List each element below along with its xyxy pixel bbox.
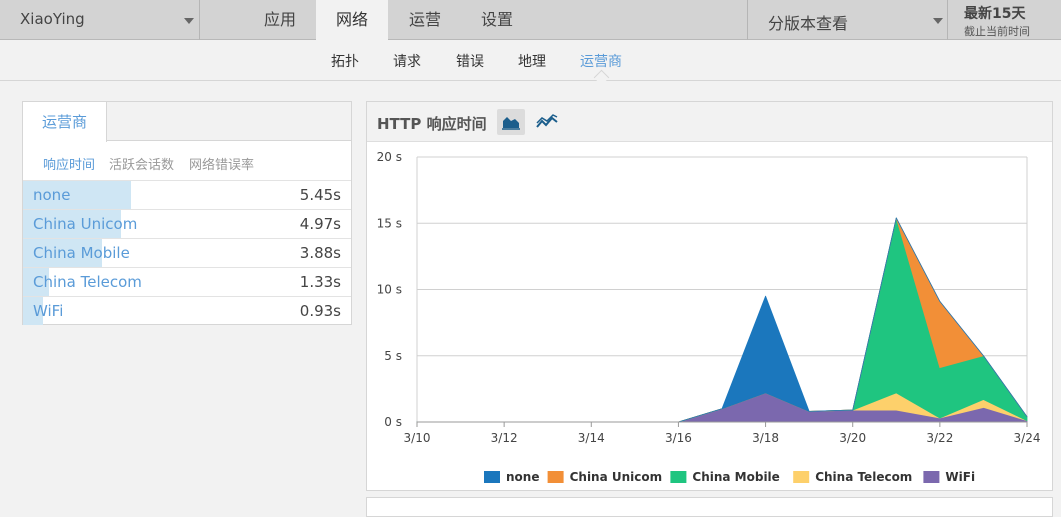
chevron-down-icon bbox=[184, 18, 194, 24]
x-tick-label: 3/12 bbox=[491, 431, 518, 445]
legend-label: China Unicom bbox=[570, 470, 663, 484]
time-range-title: 最新15天 bbox=[964, 6, 1026, 22]
nav-tab-label: 应用 bbox=[263, 10, 296, 29]
legend-swatch bbox=[547, 471, 564, 483]
carrier-name: China Unicom bbox=[33, 215, 138, 233]
x-tick-label: 3/24 bbox=[1014, 431, 1041, 445]
next-panel bbox=[366, 497, 1053, 517]
subtab-topology[interactable]: 拓扑 bbox=[331, 51, 359, 71]
legend-label: WiFi bbox=[945, 470, 975, 484]
legend-label: China Mobile bbox=[692, 470, 779, 484]
carrier-row-none[interactable]: none 5.45s bbox=[23, 180, 351, 209]
carrier-tab[interactable]: 运营商 bbox=[23, 102, 107, 142]
carrier-value: 3.88s bbox=[299, 244, 341, 262]
subtab-geography[interactable]: 地理 bbox=[518, 51, 546, 71]
legend-label: China Telecom bbox=[815, 470, 912, 484]
app-selector[interactable]: XiaoYing bbox=[0, 0, 200, 40]
subtab-errors[interactable]: 错误 bbox=[456, 51, 484, 71]
area-chart-icon bbox=[502, 117, 520, 130]
chart-title: HTTP 响应时间 bbox=[377, 115, 487, 133]
legend-swatch bbox=[670, 471, 687, 483]
version-label: 分版本查看 bbox=[768, 14, 849, 33]
chart-panel-header: HTTP 响应时间 bbox=[367, 102, 1052, 142]
y-tick-label: 10 s bbox=[377, 283, 402, 297]
carrier-panel: 运营商 响应时间 活跃会话数 网络错误率 none 5.45s China Un… bbox=[22, 101, 352, 325]
carrier-value: 1.33s bbox=[299, 273, 341, 291]
legend-label: none bbox=[506, 470, 539, 484]
carrier-value: 5.45s bbox=[299, 186, 341, 204]
legend-swatch bbox=[793, 471, 810, 483]
nav-tab-settings[interactable]: 设置 bbox=[462, 0, 532, 40]
nav-tab-label: 设置 bbox=[480, 10, 513, 29]
subtab-requests[interactable]: 请求 bbox=[393, 51, 421, 71]
nav-tab-operations[interactable]: 运营 bbox=[390, 0, 460, 40]
x-tick-label: 3/20 bbox=[839, 431, 866, 445]
chart-panel: HTTP 响应时间 0 s 5 s 10 s 15 s 20 s 3/10 3/12 3/14… bbox=[366, 101, 1053, 491]
carrier-name: China Telecom bbox=[33, 273, 142, 291]
chevron-down-icon bbox=[933, 18, 943, 24]
nav-tab-network[interactable]: 网络 bbox=[316, 0, 388, 41]
nav-tab-apps[interactable]: 应用 bbox=[245, 0, 315, 40]
y-tick-label: 20 s bbox=[377, 150, 402, 164]
metric-response-time[interactable]: 响应时间 bbox=[43, 154, 95, 173]
carrier-value: 0.93s bbox=[299, 302, 341, 320]
subtab-carrier[interactable]: 运营商 bbox=[580, 51, 622, 71]
carrier-row-china-mobile[interactable]: China Mobile 3.88s bbox=[23, 238, 351, 267]
y-tick-label: 5 s bbox=[384, 349, 402, 363]
metric-network-error-rate[interactable]: 网络错误率 bbox=[189, 154, 254, 173]
sub-nav: 拓扑 请求 错误 地理 运营商 bbox=[0, 40, 1061, 81]
legend-swatch bbox=[923, 471, 940, 483]
y-tick-label: 0 s bbox=[384, 415, 402, 429]
app-name: XiaoYing bbox=[20, 10, 85, 28]
carrier-name: none bbox=[33, 186, 71, 204]
area-chart-button[interactable] bbox=[497, 109, 525, 135]
line-chart-button[interactable] bbox=[533, 109, 561, 135]
carrier-value: 4.97s bbox=[299, 215, 341, 233]
carrier-row-china-telecom[interactable]: China Telecom 1.33s bbox=[23, 267, 351, 296]
x-tick-label: 3/10 bbox=[404, 431, 431, 445]
top-nav: XiaoYing 应用 网络 运营 设置 分版本查看 最新15天 截止当前时间 bbox=[0, 0, 1061, 41]
carrier-row-china-unicom[interactable]: China Unicom 4.97s bbox=[23, 209, 351, 238]
version-selector[interactable]: 分版本查看 bbox=[747, 0, 948, 40]
http-response-time-chart: 0 s 5 s 10 s 15 s 20 s 3/10 3/12 3/14 3/16 3/18 3/… bbox=[377, 150, 1041, 484]
x-tick-label: 3/22 bbox=[926, 431, 953, 445]
legend-swatch bbox=[484, 471, 500, 483]
carrier-panel-tabbar: 运营商 bbox=[23, 102, 351, 142]
time-range-subtitle: 截止当前时间 bbox=[964, 25, 1030, 38]
x-tick-label: 3/18 bbox=[752, 431, 779, 445]
carrier-row-wifi[interactable]: WiFi 0.93s bbox=[23, 296, 351, 325]
time-range-selector[interactable]: 最新15天 截止当前时间 bbox=[948, 0, 1061, 40]
y-tick-label: 15 s bbox=[377, 216, 402, 230]
line-chart-icon bbox=[536, 114, 558, 128]
x-tick-label: 3/14 bbox=[578, 431, 605, 445]
carrier-name: China Mobile bbox=[33, 244, 130, 262]
x-tick-label: 3/16 bbox=[665, 431, 692, 445]
nav-tab-label: 运营 bbox=[408, 10, 441, 29]
nav-tab-label: 网络 bbox=[335, 10, 368, 29]
metric-active-sessions[interactable]: 活跃会话数 bbox=[109, 154, 174, 173]
carrier-name: WiFi bbox=[33, 302, 64, 320]
